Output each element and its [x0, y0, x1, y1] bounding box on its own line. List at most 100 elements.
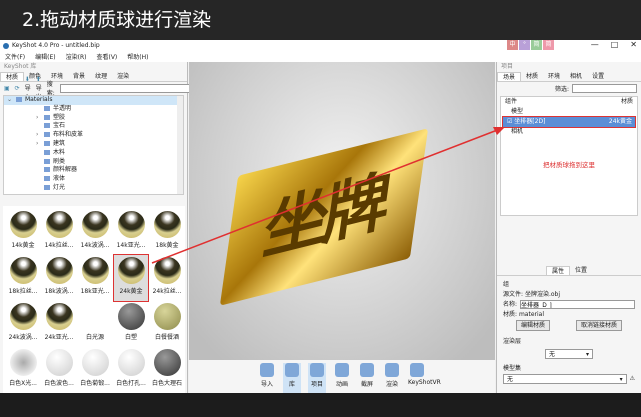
material-label: 24k波涡... [8, 334, 38, 341]
tab-camera[interactable]: 相机 [565, 72, 587, 81]
gold-model[interactable]: 坐牌 [219, 128, 429, 306]
tab-position[interactable]: 位置 [570, 266, 592, 275]
minimize-button[interactable]: — [591, 40, 599, 49]
library-panel: KeyShot 库 材质 颜色 环境 背景 纹理 渲染 ▣ ⟳ ⬇导入 ⬆导出 … [0, 62, 190, 396]
folder-icon [44, 158, 50, 164]
tree-item[interactable]: › 布料和皮革 [24, 131, 183, 140]
refresh-icon[interactable]: ⟳ [15, 85, 20, 92]
material-ball-icon [117, 349, 145, 376]
material-swatch[interactable]: 24k波涡... [6, 301, 40, 347]
model-set-select[interactable]: 无 [503, 374, 627, 384]
material-swatch[interactable]: 24k拉丝... [150, 255, 184, 301]
scene-tree: 组件 材质 模型 ☑ 坐排器[2D] 24k黄金 相机 把材质球拖到这里 [500, 96, 638, 216]
tab-settings[interactable]: 设置 [587, 72, 609, 81]
tab-environment[interactable]: 环境 [543, 72, 565, 81]
tab-backgrounds[interactable]: 背景 [68, 72, 90, 81]
tree-item-model[interactable]: 模型 [501, 107, 637, 117]
edit-material-button[interactable]: 编辑材质 [515, 320, 550, 331]
toolbar-button[interactable]: 截屏 [358, 363, 376, 393]
ime-button[interactable]: 简 [531, 40, 542, 50]
tab-properties[interactable]: 属性 [545, 266, 570, 275]
material-swatch[interactable]: 18k亚光... [78, 255, 112, 301]
tree-item[interactable]: 液体 [24, 175, 183, 184]
material-swatch[interactable]: 白色波色... [42, 347, 76, 393]
menu-render[interactable]: 渲染(R) [66, 52, 87, 61]
drag-annotation: 把材质球拖到这里 [543, 161, 595, 169]
toolbar-button[interactable]: 导入 [258, 363, 276, 393]
tree-item-materials[interactable]: ⌄ Materials [4, 96, 183, 105]
maximize-button[interactable]: □ [611, 40, 619, 49]
menu-file[interactable]: 文件(F) [5, 52, 25, 61]
material-swatch[interactable]: 14k波涡... [78, 209, 112, 255]
material-swatch[interactable]: 白色X光... [6, 347, 40, 393]
tab-scene[interactable]: 场景 [497, 72, 522, 81]
toolbar-button[interactable]: 动画 [333, 363, 351, 393]
material-ball-icon [45, 349, 73, 376]
filter-input[interactable] [572, 83, 637, 93]
window-title: KeyShot 4.0 Pro - untitled.bip [12, 42, 100, 49]
tree-item[interactable]: › 建筑 [24, 140, 183, 149]
tree-item[interactable]: 刷类 [24, 158, 183, 167]
menu-help[interactable]: 帮助(H) [127, 52, 148, 61]
toolbar-icon [285, 363, 299, 377]
material-swatch[interactable]: 14k拉丝... [42, 209, 76, 255]
material-ball-icon [153, 211, 181, 238]
material-swatch[interactable]: 白色菊锻... [78, 347, 112, 393]
render-layer-label: 渲染层 [503, 338, 522, 345]
toolbar-icon [410, 363, 424, 377]
ime-button[interactable]: 简 [543, 40, 554, 50]
unlink-material-button[interactable]: 取消链接材质 [575, 320, 622, 331]
tree-item[interactable]: › 塑胶 [24, 114, 183, 123]
tree-item[interactable]: 半透明 [24, 105, 183, 114]
material-swatch[interactable]: 14k亚光... [114, 209, 148, 255]
model-set-icon[interactable]: ⚠ [630, 374, 635, 384]
toolbar-label: 截屏 [360, 381, 373, 388]
tree-item[interactable]: 灯光 [24, 184, 183, 193]
tab-renders[interactable]: 渲染 [112, 72, 134, 81]
render-viewport[interactable]: 坐牌 [189, 62, 495, 360]
material-swatch[interactable]: 18k黄金 [150, 209, 184, 255]
tree-item-part[interactable]: ☑ 坐排器[2D] 24k黄金 [502, 116, 636, 128]
material-label: 18k拉丝... [8, 288, 38, 295]
material-label: 白色X光... [9, 380, 37, 387]
toolbar-button[interactable]: 库 [283, 363, 301, 393]
toolbar-icon [310, 363, 324, 377]
toolbar-button[interactable]: KeyShotVR [408, 363, 441, 393]
menu-edit[interactable]: 编辑(E) [35, 52, 55, 61]
material-ball-icon [81, 257, 109, 284]
tab-textures[interactable]: 纹理 [90, 72, 112, 81]
material-ball-icon [81, 211, 109, 238]
menu-view[interactable]: 查看(V) [96, 52, 117, 61]
folder-icon[interactable]: ▣ [4, 85, 10, 92]
ime-button[interactable]: 中 [507, 40, 518, 50]
name-input[interactable] [520, 300, 635, 309]
search-input[interactable] [59, 83, 190, 93]
material-swatch[interactable]: 白塑 [114, 301, 148, 347]
tab-materials[interactable]: 材质 [0, 72, 25, 81]
source-value: 坐牌渲染.obj [524, 291, 561, 298]
tree-item-camera[interactable]: 相机 [501, 127, 637, 137]
folder-icon [44, 176, 50, 182]
material-swatch[interactable]: 白色大理石 [150, 347, 184, 393]
tree-item[interactable]: 木料 [24, 149, 183, 158]
material-swatch[interactable]: 14k黄金 [6, 209, 40, 255]
tab-material[interactable]: 材质 [521, 72, 543, 81]
material-swatch[interactable]: 白餐餐酒 [150, 301, 184, 347]
tree-item[interactable]: 颜料解器 [24, 166, 183, 175]
material-swatch[interactable]: 白光源 [78, 301, 112, 347]
material-swatch[interactable]: 18k拉丝... [6, 255, 40, 301]
close-button[interactable]: ✕ [630, 40, 637, 49]
toolbar-button[interactable]: 渲染 [383, 363, 401, 393]
material-swatch[interactable]: 24k亚光... [42, 301, 76, 347]
material-swatch[interactable]: 24k黄金 [113, 254, 149, 302]
material-label: 14k亚光... [116, 242, 146, 249]
folder-icon [44, 105, 50, 111]
render-layer-select[interactable]: 无 [545, 349, 593, 359]
material-swatch[interactable]: 18k波涡... [42, 255, 76, 301]
tree-scrollbar[interactable] [177, 96, 183, 194]
ime-button[interactable]: ° [519, 40, 530, 50]
toolbar-button[interactable]: 项目 [308, 363, 326, 393]
tree-item[interactable]: 宝石 [24, 122, 183, 131]
material-ball-icon [9, 211, 37, 238]
material-swatch[interactable]: 白色打孔... [114, 347, 148, 393]
